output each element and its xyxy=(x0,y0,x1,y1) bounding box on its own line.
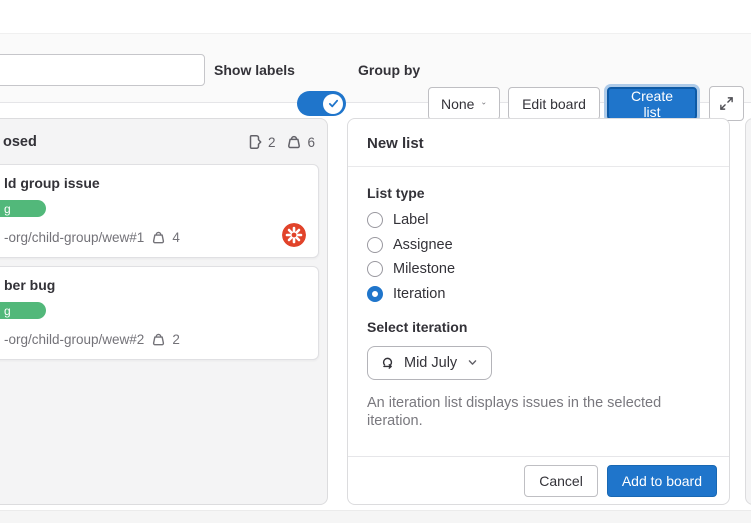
radio-option-iteration[interactable]: Iteration xyxy=(367,286,710,302)
issue-weight: 4 xyxy=(172,230,180,245)
fullscreen-button[interactable] xyxy=(709,86,744,121)
issue-card[interactable]: ld group issue g -org/child-group/wew#1 … xyxy=(0,164,319,258)
weight-icon xyxy=(151,230,166,245)
issue-label[interactable]: g xyxy=(0,302,46,319)
list-type-label: List type xyxy=(367,185,710,201)
column-weight-total: 6 xyxy=(307,135,315,150)
radio-circle[interactable] xyxy=(367,261,383,277)
radio-label: Label xyxy=(393,212,428,228)
radio-option-assignee[interactable]: Assignee xyxy=(367,237,710,253)
radio-circle[interactable] xyxy=(367,237,383,253)
group-by-label: Group by xyxy=(358,62,420,78)
group-by-value: None xyxy=(441,96,474,112)
select-iteration-label: Select iteration xyxy=(367,319,710,335)
new-list-body: List type Label Assignee Milestone Itera… xyxy=(348,167,729,456)
search-input[interactable] xyxy=(0,54,205,86)
board-column-closed: osed 2 6 ld group issue g -org/child-gro… xyxy=(0,118,328,505)
issue-card-meta: -org/child-group/wew#2 2 xyxy=(4,332,306,347)
weight-icon xyxy=(286,134,302,150)
show-labels-label: Show labels xyxy=(214,62,295,78)
issue-ref: -org/child-group/wew#1 xyxy=(4,230,144,245)
chevron-down-icon xyxy=(466,356,479,369)
expand-icon xyxy=(719,96,734,111)
issue-card-meta: -org/child-group/wew#1 4 xyxy=(4,230,306,245)
issue-card[interactable]: ber bug g -org/child-group/wew#2 2 xyxy=(0,266,319,360)
column-issue-count: 2 xyxy=(268,135,276,150)
radio-option-milestone[interactable]: Milestone xyxy=(367,261,710,277)
iteration-value: Mid July xyxy=(404,355,457,371)
board-screen: Show labels Group by None Edit board Cre… xyxy=(0,0,751,523)
issue-ref: -org/child-group/wew#2 xyxy=(4,332,144,347)
chevron-down-icon xyxy=(481,97,487,110)
issue-card-title: ber bug xyxy=(4,277,306,293)
toggle-knob xyxy=(323,94,343,114)
issue-card-title: ld group issue xyxy=(4,175,306,191)
issue-weight: 2 xyxy=(172,332,180,347)
board-column-next xyxy=(745,118,751,505)
group-by-dropdown[interactable]: None xyxy=(428,87,500,120)
show-labels-toggle[interactable] xyxy=(297,91,346,116)
board-scrollbar-track[interactable] xyxy=(0,510,751,523)
radio-option-label[interactable]: Label xyxy=(367,212,710,228)
radio-circle[interactable] xyxy=(367,212,383,228)
edit-board-button[interactable]: Edit board xyxy=(508,87,600,120)
new-list-panel: New list List type Label Assignee Milest… xyxy=(347,118,730,505)
new-list-footer: Cancel Add to board xyxy=(348,456,729,504)
issue-label[interactable]: g xyxy=(0,200,46,217)
iteration-dropdown[interactable]: Mid July xyxy=(367,346,492,380)
check-icon xyxy=(327,97,340,110)
create-list-button[interactable]: Create list xyxy=(607,87,697,120)
radio-label: Iteration xyxy=(393,286,445,302)
iteration-help-text: An iteration list displays issues in the… xyxy=(367,394,710,431)
add-to-board-button[interactable]: Add to board xyxy=(607,465,717,497)
radio-label: Milestone xyxy=(393,261,455,277)
column-counts: 2 6 xyxy=(247,134,315,150)
iteration-icon xyxy=(380,355,395,370)
weight-icon xyxy=(151,332,166,347)
board-toolbar: Show labels Group by None Edit board Cre… xyxy=(0,33,751,103)
new-list-title: New list xyxy=(348,119,729,167)
radio-circle[interactable] xyxy=(367,286,383,302)
issues-icon xyxy=(247,134,263,150)
column-header[interactable]: osed 2 6 xyxy=(0,119,327,158)
cancel-button[interactable]: Cancel xyxy=(524,465,598,497)
radio-label: Assignee xyxy=(393,237,453,253)
assignee-avatar[interactable] xyxy=(282,223,306,247)
column-title: osed xyxy=(3,134,37,150)
